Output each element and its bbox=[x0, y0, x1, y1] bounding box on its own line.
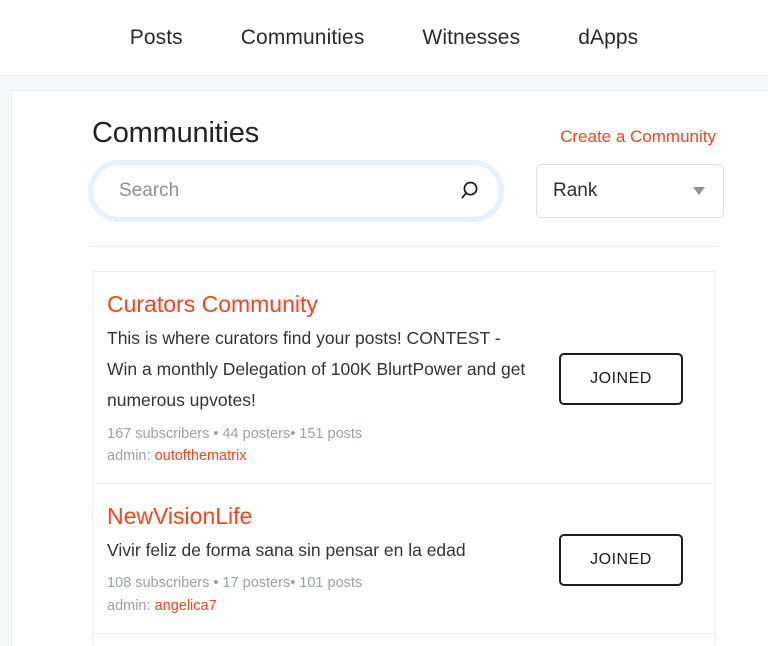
nav-item-witnesses[interactable]: Witnesses bbox=[422, 26, 520, 50]
community-list: Curators Community This is where curator… bbox=[92, 271, 716, 646]
sort-select-value: Rank bbox=[553, 180, 598, 202]
community-description: This is where curators find your posts! … bbox=[107, 328, 526, 411]
community-admin-label: admin: bbox=[107, 447, 151, 464]
controls-row: Rank bbox=[92, 164, 740, 219]
list-item[interactable]: Curators Community This is where curator… bbox=[93, 272, 715, 485]
community-admin-row: admin: outofthematrix bbox=[107, 445, 547, 467]
sort-select[interactable]: Rank bbox=[536, 164, 724, 219]
content-panel: Communities Create a Community Rank bbox=[11, 90, 768, 646]
community-stats: 167 subscribers • 44 posters• 151 posts bbox=[107, 425, 363, 442]
search-icon bbox=[461, 181, 478, 199]
join-button[interactable]: JOINED bbox=[559, 352, 683, 405]
section-divider bbox=[92, 246, 716, 248]
community-admin-link[interactable]: angelica7 bbox=[155, 598, 217, 614]
community-stats: 108 subscribers • 17 posters• 101 posts bbox=[107, 575, 363, 592]
community-name-link[interactable]: Curators Community bbox=[107, 290, 318, 319]
chevron-down-icon bbox=[693, 187, 705, 196]
community-card-body: NewVisionLife Vivir feliz de forma sana … bbox=[107, 502, 559, 617]
page-title: Communities bbox=[92, 117, 260, 149]
list-item[interactable]: NewVisionLife Vivir feliz de forma sana … bbox=[93, 484, 715, 635]
community-admin-label: admin: bbox=[107, 597, 151, 614]
community-description: Vivir feliz de forma sana sin pensar en … bbox=[107, 540, 466, 561]
content-panel-inner: Communities Create a Community Rank bbox=[12, 91, 768, 646]
search-submit-button[interactable] bbox=[454, 176, 484, 206]
top-navigation-bar: Posts Communities Witnesses dApps bbox=[0, 0, 768, 76]
page-background: Communities Create a Community Rank bbox=[0, 76, 768, 646]
page-header-row: Communities Create a Community bbox=[92, 117, 740, 150]
search-input[interactable] bbox=[92, 164, 500, 219]
nav-item-communities[interactable]: Communities bbox=[241, 26, 365, 50]
list-item[interactable] bbox=[93, 634, 715, 646]
nav-item-dapps[interactable]: dApps bbox=[578, 26, 638, 50]
search-field-wrapper bbox=[92, 164, 500, 219]
community-card-body: Curators Community This is where curator… bbox=[107, 290, 559, 467]
join-button[interactable]: JOINED bbox=[559, 533, 683, 586]
nav-item-posts[interactable]: Posts bbox=[130, 26, 183, 50]
community-admin-link[interactable]: outofthematrix bbox=[155, 448, 247, 464]
community-name-link[interactable]: NewVisionLife bbox=[107, 502, 252, 531]
create-community-link[interactable]: Create a Community bbox=[560, 127, 716, 147]
community-admin-row: admin: angelica7 bbox=[107, 595, 547, 617]
main-nav-list: Posts Communities Witnesses dApps bbox=[130, 26, 638, 50]
